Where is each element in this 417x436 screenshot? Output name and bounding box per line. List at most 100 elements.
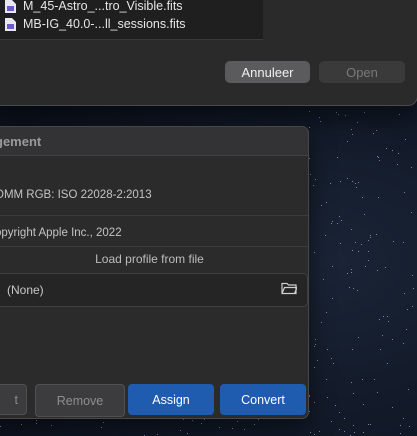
star	[101, 427, 102, 428]
star	[309, 158, 310, 159]
panel-title-bar[interactable]: gement	[0, 127, 308, 156]
star	[0, 426, 1, 427]
star	[309, 127, 310, 128]
color-management-panel: gement OMM RGB: ISO 22028-2:2013 opyrigh…	[0, 126, 309, 419]
star	[356, 187, 357, 188]
file-name: M_45-Astro_...tro_Visible.fits	[23, 0, 183, 13]
folder-icon[interactable]	[281, 281, 298, 300]
star	[331, 421, 332, 422]
star	[403, 343, 404, 344]
file-row[interactable]: M_45-Astro_...tro_Visible.fits	[5, 0, 183, 13]
star	[358, 182, 359, 183]
star	[404, 192, 405, 193]
star	[314, 434, 315, 435]
remove-button[interactable]: Remove	[35, 384, 125, 417]
star	[405, 139, 406, 140]
star	[347, 273, 348, 274]
star	[349, 287, 350, 288]
star	[355, 242, 356, 243]
star	[344, 431, 345, 432]
star	[387, 316, 388, 317]
star	[351, 382, 352, 383]
star	[409, 426, 410, 427]
star	[325, 235, 326, 236]
cancel-button[interactable]: Annuleer	[225, 61, 310, 83]
star	[376, 234, 377, 235]
star	[219, 427, 220, 428]
load-profile-label: Load profile from file	[95, 252, 204, 266]
star	[314, 367, 315, 368]
star	[368, 251, 369, 252]
star	[403, 418, 404, 419]
profile-path-value: (None)	[7, 283, 44, 297]
star	[378, 197, 379, 198]
file-name: MB-IG_40.0-...ll_sessions.fits	[23, 17, 186, 31]
star	[411, 167, 412, 168]
star	[36, 423, 37, 424]
star	[407, 309, 408, 310]
star	[398, 153, 399, 154]
star	[370, 237, 371, 238]
star	[309, 111, 310, 112]
star	[399, 114, 400, 115]
star	[345, 115, 346, 116]
star	[332, 266, 333, 267]
star	[357, 122, 358, 123]
star	[21, 424, 22, 425]
star	[351, 272, 352, 273]
star	[353, 425, 354, 426]
star	[183, 419, 184, 420]
star	[338, 114, 339, 115]
star	[392, 150, 393, 151]
star	[373, 133, 374, 134]
star	[330, 183, 331, 184]
star	[383, 316, 384, 317]
star	[358, 337, 359, 338]
divider	[0, 215, 308, 216]
star	[344, 418, 345, 419]
profile-path-field[interactable]: (None)	[0, 273, 308, 307]
star	[201, 423, 202, 424]
add-profile-button[interactable]: t	[0, 384, 27, 415]
convert-button[interactable]: Convert	[220, 384, 306, 415]
star	[380, 349, 381, 350]
star	[378, 157, 379, 158]
star	[408, 389, 409, 390]
star	[362, 197, 363, 198]
star	[411, 212, 412, 213]
star	[332, 221, 333, 222]
star	[352, 250, 353, 251]
star	[187, 433, 188, 434]
star	[192, 420, 193, 421]
file-open-dialog: M_45-Astro_...tro_Visible.fits MB-IG_40.…	[0, 0, 417, 106]
star	[320, 121, 321, 122]
star	[321, 322, 322, 323]
star	[368, 240, 369, 241]
assign-button[interactable]: Assign	[128, 384, 214, 415]
star	[368, 424, 369, 425]
star	[244, 429, 245, 430]
star	[319, 431, 320, 432]
star	[339, 216, 340, 217]
open-button[interactable]: Open	[319, 61, 405, 83]
star	[370, 235, 371, 236]
star	[397, 164, 398, 165]
star	[315, 339, 316, 340]
star	[331, 358, 332, 359]
star	[157, 434, 158, 435]
star	[358, 251, 359, 252]
star	[51, 425, 52, 426]
star	[377, 156, 378, 157]
star	[377, 392, 378, 393]
star	[315, 344, 316, 345]
star	[353, 393, 354, 394]
star	[331, 223, 332, 224]
star	[323, 279, 324, 280]
star	[309, 411, 310, 412]
file-row[interactable]: MB-IG_40.0-...ll_sessions.fits	[5, 17, 186, 31]
star	[340, 243, 341, 244]
star	[309, 396, 310, 397]
star	[351, 269, 352, 270]
star	[103, 422, 104, 423]
star	[337, 223, 338, 224]
